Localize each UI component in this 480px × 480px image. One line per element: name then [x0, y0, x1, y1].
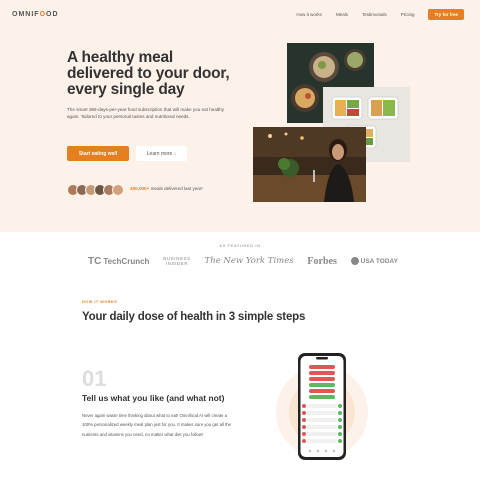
- step-description: Never again waste time thinking about wh…: [82, 413, 232, 437]
- nav-link-meals[interactable]: Meals: [336, 12, 348, 17]
- phone-mockup: [274, 350, 370, 462]
- nav-link-how-it-works[interactable]: How it works: [296, 12, 322, 17]
- nav-link-testimonials[interactable]: Testimonials: [362, 12, 387, 17]
- start-eating-well-button[interactable]: Start eating well: [67, 146, 129, 161]
- meals-delivered-text: 250,000+ meals delivered last year!: [130, 186, 203, 191]
- try-for-free-button[interactable]: Try for free: [428, 9, 464, 20]
- step-title: Tell us what you like (and what not): [82, 393, 225, 403]
- techcrunch-logo: TC TechCrunch: [88, 255, 150, 267]
- usa-today-logo: USA TODAY: [350, 257, 398, 265]
- hero-image-collage: [250, 40, 460, 205]
- nav-link-pricing[interactable]: Pricing: [401, 12, 415, 17]
- featured-logos: TC TechCrunch BUSINESS INSIDER The New Yor…: [88, 253, 398, 269]
- food-photo-collage: [253, 43, 410, 202]
- app-screen-image: [276, 353, 368, 460]
- nav-links: How it works Meals Testimonials Pricing …: [296, 9, 464, 20]
- business-insider-logo: BUSINESS INSIDER: [163, 256, 191, 266]
- how-it-works-subheading: HOW IT WORKS: [82, 300, 118, 304]
- forbes-logo: Forbes: [307, 255, 337, 267]
- featured-in-label: AS FEATURED IN: [219, 243, 261, 248]
- how-it-works-title: Your daily dose of health in 3 simple st…: [82, 311, 306, 323]
- customer-avatars: [67, 184, 124, 196]
- new-york-times-logo: The New York Times: [204, 256, 294, 266]
- logo[interactable]: OMNIFOOD: [12, 11, 59, 18]
- step-number: 01: [82, 366, 107, 391]
- hero-description: The smart 365-days-per-year food subscri…: [67, 107, 225, 120]
- hero-title: A healthy meal delivered to your door, e…: [67, 49, 230, 98]
- header-nav: OMNIFOOD How it works Meals Testimonials…: [0, 0, 480, 30]
- learn-more-button[interactable]: Learn more ↓: [136, 146, 187, 161]
- avatar: [112, 184, 124, 196]
- hero-section: OMNIFOOD How it works Meals Testimonials…: [0, 0, 480, 232]
- usa-today-dot-icon: [350, 257, 359, 265]
